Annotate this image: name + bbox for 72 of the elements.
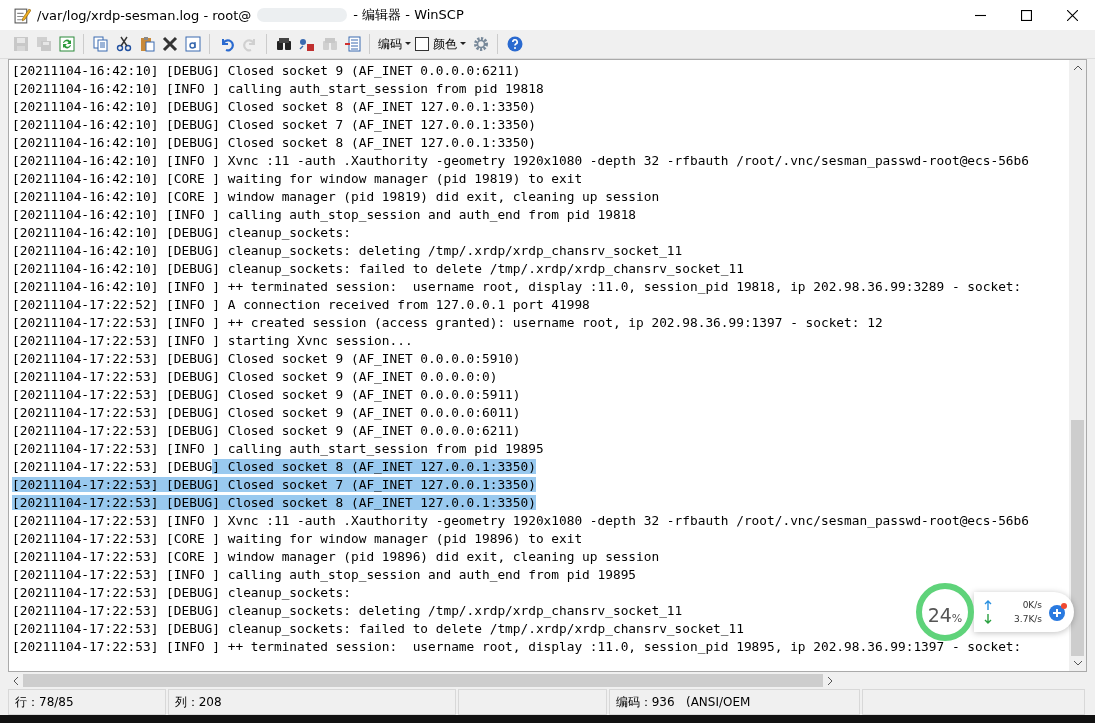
upload-speed: 0K/s [1022, 600, 1042, 610]
list-arrow-icon [344, 36, 361, 52]
encoding-dropdown[interactable]: 编码 [376, 33, 413, 55]
color-dropdown[interactable]: 颜色 [431, 33, 468, 55]
window-title: - 编辑器 - WinSCP [353, 6, 464, 24]
letter-box-icon [184, 36, 201, 52]
log-line: [20211104-16:42:10] [DEBUG] cleanup_sockets: failed to delete /tmp/.xrdp/xrdp_chansrv_socket_11 [12, 260, 744, 278]
log-line: [20211104-16:42:10] [DEBUG] cleanup_sockets: [12, 224, 351, 242]
goto-button[interactable] [342, 33, 363, 55]
binoculars-icon [275, 36, 292, 52]
cpu-usage-ring[interactable]: 24% [916, 583, 974, 641]
save-all-icon [35, 36, 52, 52]
redo-icon [241, 36, 258, 52]
select-all-button[interactable] [182, 33, 203, 55]
log-line: [20211104-16:42:10] [INFO ] calling auth_stop_session and auth_end from pid 19818 [12, 206, 637, 224]
log-line: [20211104-17:22:53] [INFO ] ++ terminated session: username root, display :11.0, session_pid 19895, ip 202.98.36.99:1397 - socket: [12, 638, 1022, 656]
log-line: [20211104-16:42:10] [CORE ] window manager (pid 19819) did exit, cleaning up session [12, 188, 660, 206]
vertical-scrollbar[interactable] [1069, 60, 1086, 671]
log-line: [20211104-17:22:53] [DEBUG] Closed socket 9 (AF_INET 0.0.0.0:5911) [12, 386, 521, 404]
log-line: [20211104-17:22:53] [CORE ] waiting for window manager (pid 19896) to exit [12, 530, 583, 548]
log-line: [20211104-17:22:53] [INFO ] ++ created session (access granted): username root, ip 202.98.36.99:1397 - socket: 12 [12, 314, 883, 332]
caret-icon [460, 42, 466, 46]
chevron-up-icon[interactable] [1073, 65, 1082, 70]
log-line: [20211104-17:22:53] [DEBUG] cleanup_sockets: deleting /tmp/.xrdp/xrdp_chansrv_socket_11 [12, 602, 683, 620]
binoculars-icon [321, 36, 338, 52]
log-line: [20211104-17:22:53] [INFO ] calling auth_start_session from pid 19895 [12, 440, 544, 458]
log-line: [20211104-17:22:53] [INFO ] starting Xvnc session... [12, 332, 413, 350]
log-line: [20211104-17:22:53] [DEBUG] cleanup_sockets: [12, 584, 351, 602]
copy-icon [92, 36, 109, 52]
checkbox[interactable] [415, 37, 429, 51]
log-line: [20211104-16:42:10] [DEBUG] Closed socket 8 (AF_INET 127.0.0.1:3350) [12, 134, 536, 152]
help-icon [506, 36, 523, 52]
plus-icon[interactable] [1048, 603, 1068, 621]
status-text: 编码：936 (ANSI/OEM [615, 693, 751, 711]
reload-icon [58, 36, 75, 52]
log-line: [20211104-17:22:53] [DEBUG] cleanup_sockets: failed to delete /tmp/.xrdp/xrdp_chansrv_socket_11 [12, 620, 744, 638]
down-arrow-icon [984, 614, 992, 624]
close-icon [161, 36, 178, 52]
save-icon [12, 36, 29, 52]
log-line: [20211104-16:42:10] [DEBUG] Closed socket 9 (AF_INET 0.0.0.0:6211) [12, 62, 521, 80]
log-line: [20211104-17:22:53] [DEBUG] Closed socket 9 (AF_INET 0.0.0.0:5910) [12, 350, 521, 368]
settings-icon [472, 36, 489, 52]
window-title: /var/log/xrdp-sesman.log - root@ [37, 7, 252, 23]
chevron-down-icon[interactable] [1073, 661, 1082, 666]
status-text: 列：208 [174, 693, 222, 711]
reload-button[interactable] [56, 33, 77, 55]
scissors-icon [115, 36, 132, 52]
log-line: [20211104-16:42:10] [CORE ] waiting for window manager (pid 19819) to exit [12, 170, 583, 188]
log-line: [20211104-16:42:10] [DEBUG] Closed socket 8 (AF_INET 127.0.0.1:3350) [12, 98, 536, 116]
clipboard-icon [138, 36, 155, 52]
log-line: [20211104-17:22:52] [INFO ] A connection received from 127.0.0.1 port 41998 [12, 296, 590, 314]
status-text: 行：78/85 [15, 693, 74, 711]
caret-icon [405, 42, 411, 46]
log-line: [20211104-17:22:53] [DEBUG] Closed socket 9 (AF_INET 0.0.0.0:0) [12, 368, 498, 386]
log-line: [20211104-16:42:10] [DEBUG] Closed socket 7 (AF_INET 127.0.0.1:3350) [12, 116, 536, 134]
log-line: [20211104-17:22:53] [DEBUG] Closed socket 9 (AF_INET 0.0.0.0:6011) [12, 404, 521, 422]
log-line: [20211104-16:42:10] [INFO ] ++ terminated session: username root, display :11.0, session_pid 19818, ip 202.98.36.99:3289 - socket: [12, 278, 1022, 296]
log-line: [20211104-17:22:53] [INFO ] calling auth_stop_session and auth_end from pid 19895 [12, 566, 637, 584]
log-line: [20211104-17:22:53] [CORE ] window manager (pid 19896) did exit, cleaning up session [12, 548, 660, 566]
notepad-icon [14, 6, 31, 24]
log-line: [20211104-16:42:10] [DEBUG] cleanup_sockets: deleting /tmp/.xrdp/xrdp_chansrv_socket_11 [12, 242, 683, 260]
log-line: [20211104-16:42:10] [INFO ] Xvnc :11 -auth .Xauthority -geometry 1920x1080 -depth 32 -rfbauth /root/.vnc/sesman_passwd-root@ecs-56b6 [12, 152, 1029, 170]
download-speed: 3.7K/s [1014, 614, 1042, 624]
close-icon [1066, 9, 1078, 21]
log-line: [20211104-16:42:10] [INFO ] calling auth_start_session from pid 19818 [12, 80, 544, 98]
log-line: [20211104-17:22:53] [INFO ] Xvnc :11 -auth .Xauthority -geometry 1920x1080 -depth 32 -rfbauth /root/.vnc/sesman_passwd-root@ecs-56b6 [12, 512, 1029, 530]
chevron-right-icon[interactable] [828, 676, 833, 685]
chevron-left-icon[interactable] [13, 676, 18, 685]
maximize-icon [1020, 9, 1032, 21]
log-line: [20211104-17:22:53] [DEBUG] Closed socket 8 (AF_INET 127.0.0.1:3350) [12, 458, 536, 476]
log-line: [20211104-17:22:53] [DEBUG] Closed socket 9 (AF_INET 0.0.0.0:6211) [12, 422, 521, 440]
up-arrow-icon [984, 600, 992, 610]
